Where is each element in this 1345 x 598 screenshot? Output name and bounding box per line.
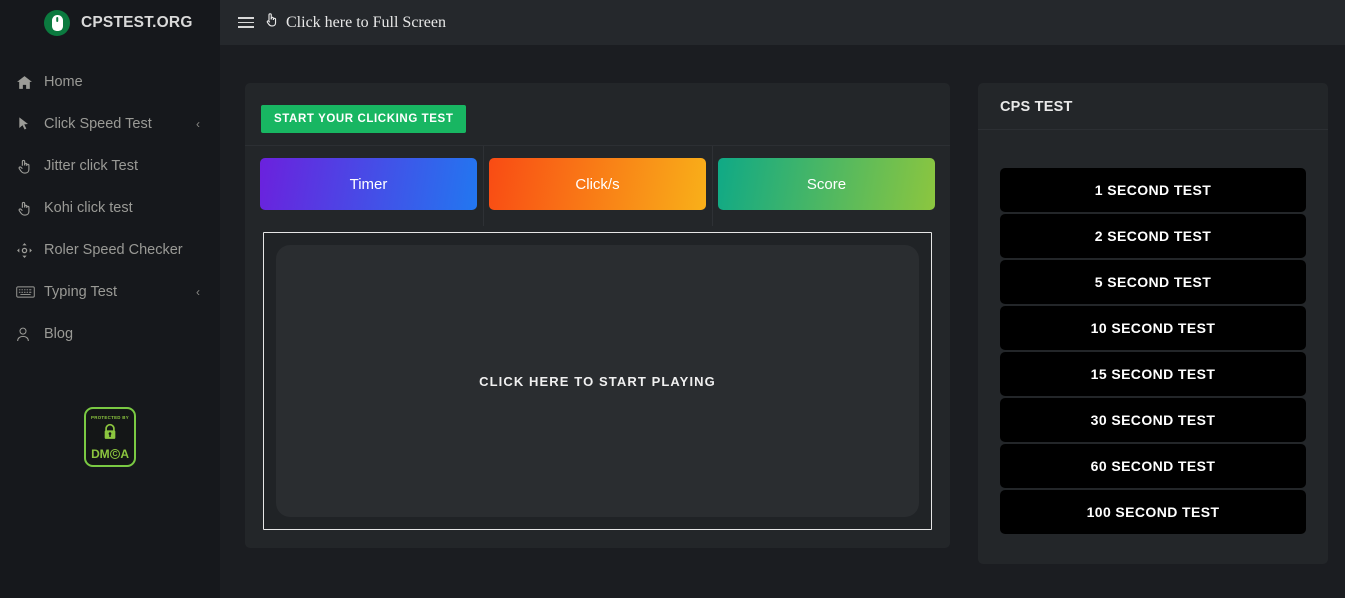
cps-button-5-second[interactable]: 5 SECOND TEST	[1000, 260, 1306, 304]
mouse-icon	[44, 9, 70, 36]
crosshair-arrows-icon	[16, 242, 44, 259]
topbar: Click here to Full Screen	[220, 0, 1345, 45]
cps-panel-title: CPS TEST	[1000, 99, 1073, 115]
sidebar-item-typing-test[interactable]: Typing Test ‹	[0, 271, 220, 313]
cps-button-60-second[interactable]: 60 SECOND TEST	[1000, 444, 1306, 488]
hamburger-menu-icon[interactable]	[238, 17, 254, 28]
cps-button-1-second[interactable]: 1 SECOND TEST	[1000, 168, 1306, 212]
cps-button-30-second[interactable]: 30 SECOND TEST	[1000, 398, 1306, 442]
sidebar-item-roler-speed-checker[interactable]: Roler Speed Checker	[0, 229, 220, 271]
copyright-icon: C	[109, 449, 120, 460]
chevron-left-icon: ‹	[196, 117, 200, 131]
sidebar-item-click-speed-test[interactable]: Click Speed Test ‹	[0, 103, 220, 145]
dmca-badge-wrap: PROTECTED BY DM C A	[0, 407, 220, 467]
play-area-frame: CLICK HERE TO START PLAYING	[263, 232, 932, 530]
app-root: CPSTEST.ORG Home Click Speed Test ‹ Jitt…	[0, 0, 1345, 598]
sidebar: CPSTEST.ORG Home Click Speed Test ‹ Jitt…	[0, 0, 220, 598]
sidebar-item-label: Jitter click Test	[44, 158, 139, 174]
stat-cell-timer: Timer	[254, 158, 483, 226]
sidebar-item-kohi-click-test[interactable]: Kohi click test	[0, 187, 220, 229]
dmca-badge[interactable]: PROTECTED BY DM C A	[84, 407, 136, 467]
stat-cell-score: Score	[712, 146, 941, 226]
play-area-label: CLICK HERE TO START PLAYING	[479, 373, 716, 389]
sidebar-nav: Home Click Speed Test ‹ Jitter click Tes…	[0, 61, 220, 355]
pointing-hand-icon	[16, 158, 44, 175]
start-clicking-test-button[interactable]: START YOUR CLICKING TEST	[261, 105, 467, 133]
expand-hand-icon	[264, 12, 280, 33]
sidebar-item-jitter-click-test[interactable]: Jitter click Test	[0, 145, 220, 187]
fullscreen-label: Click here to Full Screen	[286, 13, 446, 31]
sidebar-item-label: Kohi click test	[44, 200, 133, 216]
sidebar-item-label: Click Speed Test	[44, 116, 152, 132]
cps-panel-header: CPS TEST	[978, 83, 1328, 130]
sidebar-item-label: Blog	[44, 326, 74, 342]
stats-row: Timer Click/s Score	[245, 146, 950, 226]
play-area[interactable]: CLICK HERE TO START PLAYING	[276, 245, 919, 517]
sidebar-item-blog[interactable]: Blog	[0, 313, 220, 355]
cps-button-10-second[interactable]: 10 SECOND TEST	[1000, 306, 1306, 350]
home-icon	[16, 74, 44, 91]
brand[interactable]: CPSTEST.ORG	[0, 0, 220, 45]
cursor-arrow-icon	[16, 116, 44, 132]
user-icon	[16, 327, 44, 342]
sidebar-item-label: Roler Speed Checker	[44, 242, 183, 258]
click-test-card: START YOUR CLICKING TEST Timer Click/s S…	[245, 83, 950, 548]
cps-test-panel: CPS TEST 1 SECOND TEST 2 SECOND TEST 5 S…	[978, 83, 1328, 564]
cps-button-15-second[interactable]: 15 SECOND TEST	[1000, 352, 1306, 396]
dmca-protected-by-label: PROTECTED BY	[91, 414, 129, 420]
sidebar-item-label: Typing Test	[44, 284, 118, 300]
dmca-wordmark: DM C A	[91, 448, 129, 460]
lock-icon	[102, 423, 118, 446]
brand-name: CPSTEST.ORG	[81, 13, 193, 31]
keyboard-icon	[16, 285, 44, 299]
pointing-hand-icon	[16, 200, 44, 217]
chevron-left-icon: ‹	[196, 285, 200, 299]
fullscreen-toggle[interactable]: Click here to Full Screen	[264, 12, 446, 33]
start-badge-row: START YOUR CLICKING TEST	[245, 97, 950, 146]
dmca-word-prefix: DM	[91, 447, 110, 462]
stat-cell-clicks: Click/s	[483, 146, 712, 226]
cps-button-100-second[interactable]: 100 SECOND TEST	[1000, 490, 1306, 534]
cps-button-2-second[interactable]: 2 SECOND TEST	[1000, 214, 1306, 258]
sidebar-item-label: Home	[44, 74, 83, 90]
content-area: START YOUR CLICKING TEST Timer Click/s S…	[220, 45, 1345, 598]
timer-box[interactable]: Timer	[260, 158, 477, 210]
main-column: Click here to Full Screen START YOUR CLI…	[220, 0, 1345, 598]
cps-duration-list: 1 SECOND TEST 2 SECOND TEST 5 SECOND TES…	[978, 130, 1328, 534]
score-box[interactable]: Score	[718, 158, 935, 210]
clicks-per-second-box[interactable]: Click/s	[489, 158, 706, 210]
dmca-word-suffix: A	[120, 447, 129, 462]
sidebar-item-home[interactable]: Home	[0, 61, 220, 103]
